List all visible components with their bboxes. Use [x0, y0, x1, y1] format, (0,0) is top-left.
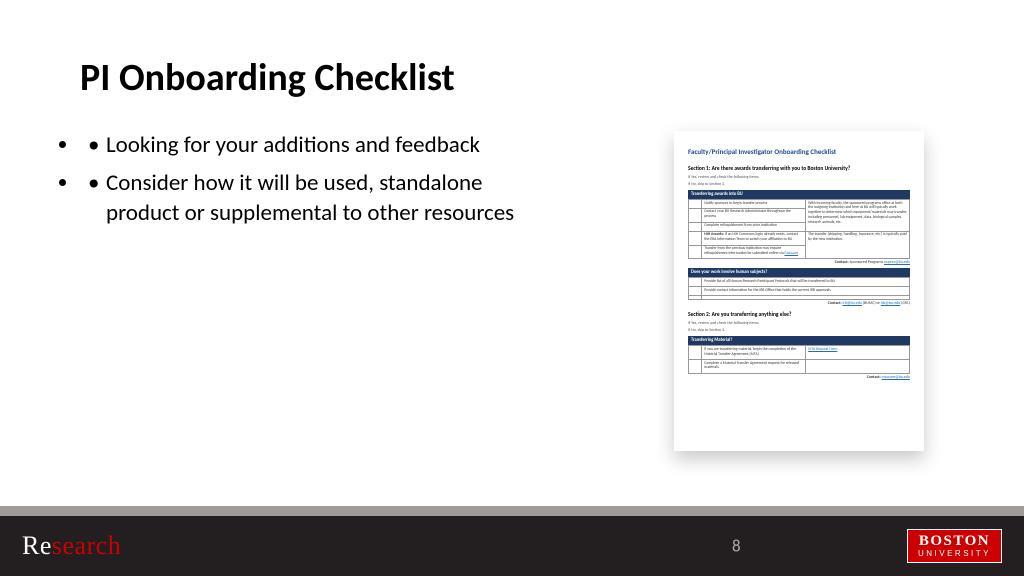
doc-table-2: Provide list of all Human Research Parti…	[688, 277, 910, 300]
doc-subheader: Transferring Material?	[688, 336, 910, 345]
doc-subheader: Transferring awards into BU	[688, 190, 910, 199]
doc-contact: Contact: irb@bu.edu (BUMC) or irb@bu.edu…	[688, 301, 910, 306]
page-number: 8	[732, 536, 741, 557]
doc-text: If Yes, review and check the following i…	[688, 321, 910, 326]
doc-contact: Contact: Sponsored Programs ospera@bu.ed…	[688, 260, 910, 265]
doc-subheader: Does your work involve human subjects?	[688, 268, 910, 277]
doc-contact: Contact: mtacore@bu.edu	[688, 375, 910, 380]
doc-section-2: Section 2: Are you transferring anything…	[688, 312, 910, 318]
research-logo: Research	[22, 531, 121, 561]
doc-text: If Yes, review and check the following i…	[688, 175, 910, 180]
bullet-item: Looking for your additions and feedback	[80, 131, 560, 161]
doc-text: If No, skip to Section 3.	[688, 328, 910, 333]
slide-footer: Research 8 BOSTON UNIVERSITY	[0, 516, 1024, 576]
bullet-item: Consider how it will be used, standalone…	[80, 169, 560, 229]
bu-logo: BOSTON UNIVERSITY	[907, 529, 1002, 563]
slide-title: PI Onboarding Checklist	[80, 55, 944, 101]
doc-table-1: Notify sponsors to begin transfer proces…	[688, 199, 910, 259]
bullet-list: Looking for your additions and feedback …	[80, 131, 560, 451]
document-thumbnail: Faculty/Principal Investigator Onboardin…	[674, 131, 924, 451]
doc-heading: Faculty/Principal Investigator Onboardin…	[688, 147, 910, 156]
doc-section-1: Section 1: Are there awards transferring…	[688, 166, 910, 172]
footer-divider	[0, 506, 1024, 516]
doc-text: If No, skip to Section 2.	[688, 182, 910, 187]
doc-table-3: If you are transferring material, begin …	[688, 345, 910, 374]
